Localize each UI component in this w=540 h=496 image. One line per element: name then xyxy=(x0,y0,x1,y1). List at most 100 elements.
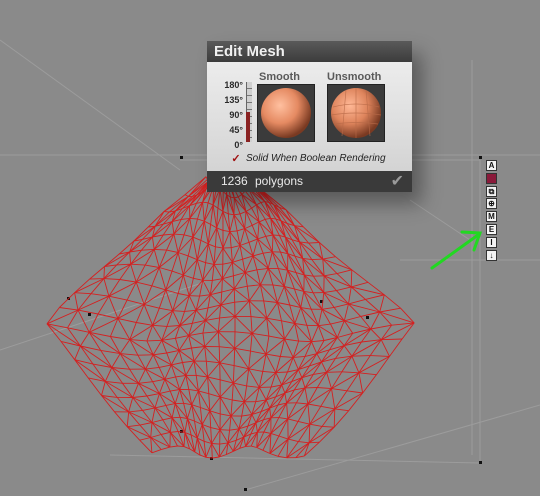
mesh-edge xyxy=(219,442,229,445)
smooth-preview-button[interactable] xyxy=(257,84,315,142)
mesh-edge xyxy=(296,387,306,404)
mesh-edge xyxy=(171,403,176,418)
angle-label: 45° xyxy=(229,125,243,135)
mesh-edge xyxy=(287,270,295,290)
mesh-edge xyxy=(234,347,251,352)
mesh-edge xyxy=(258,221,274,236)
tool-down-button[interactable]: ↓ xyxy=(486,249,497,261)
mesh-edge xyxy=(103,264,118,279)
tool-m-button[interactable]: M xyxy=(486,211,497,223)
mesh-edge xyxy=(89,318,119,333)
mesh-edge xyxy=(172,310,185,312)
mesh-edge xyxy=(220,291,223,305)
mesh-edge xyxy=(186,418,192,435)
mesh-edge xyxy=(191,346,205,349)
mesh-edge xyxy=(151,236,155,250)
mesh-edge xyxy=(229,214,235,232)
mesh-edge xyxy=(217,331,236,349)
mesh-edge xyxy=(165,403,176,406)
mesh-edge xyxy=(132,395,147,398)
mesh-edge xyxy=(284,338,294,358)
mesh-edge xyxy=(262,449,271,454)
mesh-edge xyxy=(351,339,382,357)
mesh-edge xyxy=(336,290,349,305)
mesh-edge xyxy=(234,348,250,370)
mesh-edge xyxy=(271,234,274,252)
tool-e-button[interactable]: E xyxy=(486,224,497,235)
mesh-edge xyxy=(262,370,276,374)
mesh-edge xyxy=(183,432,186,447)
tool-a-button[interactable]: A xyxy=(486,160,497,171)
smoothing-angle-level[interactable] xyxy=(246,112,250,142)
mesh-edge xyxy=(192,259,198,279)
mesh-edge xyxy=(152,340,163,356)
mesh-edge xyxy=(322,259,325,276)
mesh-edge xyxy=(139,437,151,441)
tool-group-button[interactable]: ⧉ xyxy=(486,185,497,197)
mesh-edge xyxy=(322,256,336,260)
mesh-edge xyxy=(179,347,192,351)
tool-color-button[interactable] xyxy=(486,172,497,184)
mesh-edge xyxy=(335,256,353,271)
mesh-edge xyxy=(257,221,260,239)
mesh-edge xyxy=(270,418,289,434)
wireframe-mesh[interactable] xyxy=(46,168,415,459)
mesh-edge xyxy=(89,266,105,280)
checkmark-icon[interactable]: ✔ xyxy=(391,171,404,192)
mesh-edge xyxy=(278,418,289,437)
mesh-edge xyxy=(243,401,253,415)
unsmooth-preview-button[interactable] xyxy=(327,84,385,142)
mesh-edge xyxy=(219,346,235,349)
mesh-edge xyxy=(321,306,335,310)
mesh-edge xyxy=(233,348,236,366)
mesh-edge xyxy=(311,341,318,354)
mesh-edge xyxy=(256,432,258,448)
mesh-edge xyxy=(139,424,152,438)
mesh-edge xyxy=(260,201,265,203)
mesh-edge xyxy=(198,376,208,392)
mesh-edge xyxy=(266,302,278,319)
mesh-edge xyxy=(154,248,167,251)
mesh-edge xyxy=(74,278,105,294)
mesh-edge xyxy=(151,407,156,423)
mesh-edge xyxy=(116,263,131,266)
mesh-edge xyxy=(257,235,266,240)
mesh-edge xyxy=(219,304,222,318)
mesh-edge xyxy=(248,238,258,243)
mesh-edge xyxy=(304,387,309,405)
mesh-edge xyxy=(309,423,323,427)
tool-center-button[interactable]: ⊕ xyxy=(486,198,497,210)
mesh-edge xyxy=(128,411,141,426)
mesh-edge xyxy=(265,336,270,355)
mesh-edge xyxy=(183,274,194,279)
mesh-edge xyxy=(153,352,167,356)
mesh-edge xyxy=(233,288,236,303)
boolean-rendering-option[interactable]: ✓ Solid When Boolean Rendering xyxy=(231,153,385,165)
tool-i-button[interactable]: I xyxy=(486,236,497,248)
mesh-edge xyxy=(336,286,352,292)
mesh-edge xyxy=(153,249,160,268)
mesh-edge xyxy=(239,241,250,246)
mesh-edge xyxy=(299,241,324,260)
mesh-edge xyxy=(265,353,281,357)
mesh-edge xyxy=(219,396,232,417)
mesh-edge xyxy=(308,424,311,443)
mesh-edge xyxy=(236,228,245,232)
mesh-edge xyxy=(136,281,152,287)
mesh-edge xyxy=(376,356,390,375)
mesh-edge xyxy=(263,251,273,254)
mesh-edge xyxy=(262,433,272,451)
mesh-edge xyxy=(258,387,267,401)
mesh-edge xyxy=(136,322,153,326)
mesh-edge xyxy=(219,315,236,319)
polygon-count: 1236 xyxy=(221,174,248,188)
mesh-edge xyxy=(158,289,167,309)
mesh-edge xyxy=(209,410,212,428)
mesh-edge xyxy=(294,307,302,324)
solid-boolean-checkbox[interactable]: ✓ xyxy=(231,154,241,165)
mesh-edge xyxy=(263,417,272,433)
mesh-edge xyxy=(88,313,99,333)
mesh-edge xyxy=(232,365,235,384)
mesh-edge xyxy=(172,416,181,419)
mesh-edge xyxy=(322,425,335,428)
